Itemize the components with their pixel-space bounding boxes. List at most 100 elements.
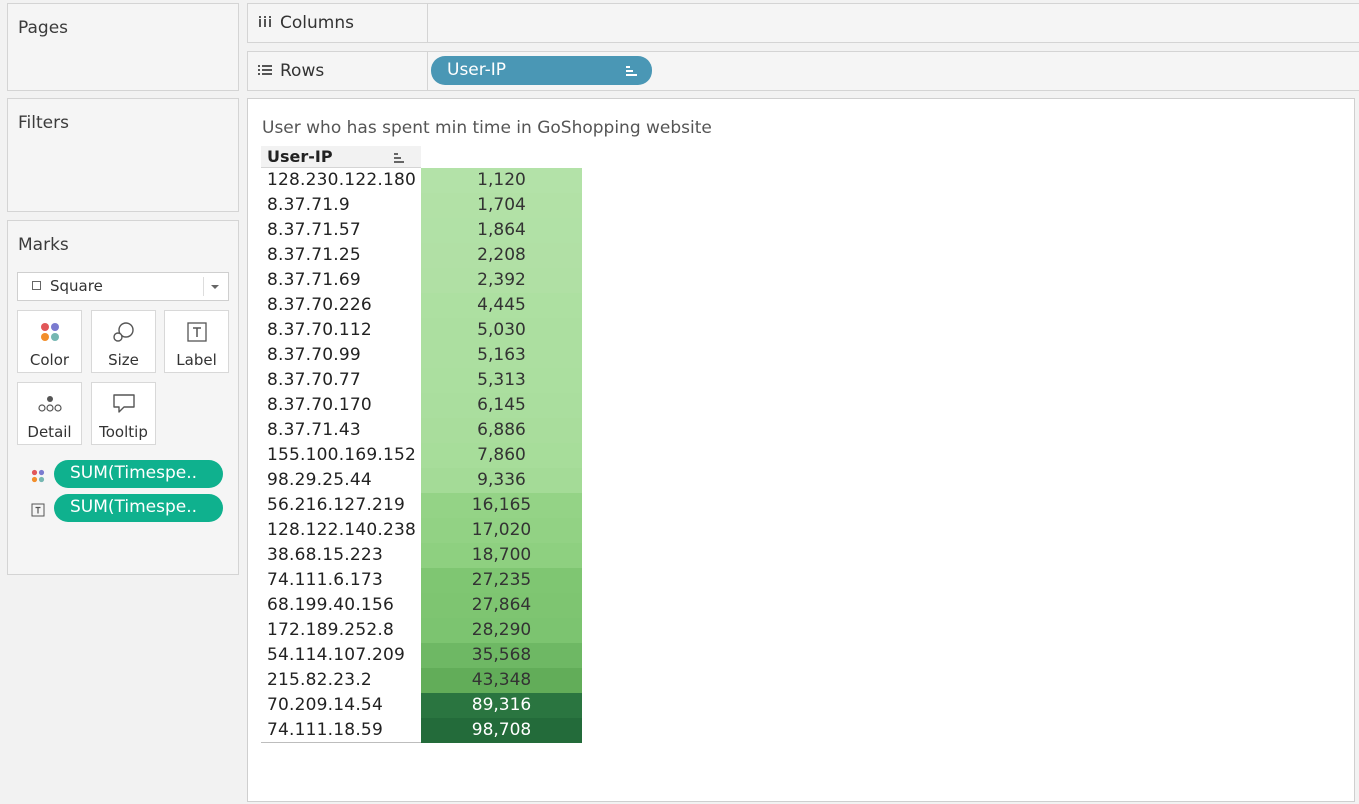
header-label: User-IP: [267, 147, 333, 166]
table-row[interactable]: 98.29.25.44 9,336: [261, 468, 582, 493]
chevron-down-icon[interactable]: [211, 285, 219, 289]
user-ip-cell[interactable]: 8.37.70.112: [267, 320, 372, 340]
mark-type-dropdown[interactable]: Square: [17, 272, 229, 301]
user-ip-cell[interactable]: 8.37.70.226: [267, 295, 372, 315]
user-ip-cell[interactable]: 8.37.71.43: [267, 420, 361, 440]
table-row[interactable]: 172.189.252.8 28,290: [261, 618, 582, 643]
table-row[interactable]: 8.37.71.69 2,392: [261, 268, 582, 293]
size-icon: [92, 320, 155, 344]
user-ip-column-header[interactable]: User-IP: [261, 146, 421, 168]
marks-card: Marks Square Color Size Label Detail Too…: [7, 220, 239, 575]
timespent-value-cell[interactable]: 35,568: [421, 643, 582, 668]
table-row[interactable]: 38.68.15.223 18,700: [261, 543, 582, 568]
timespent-value-cell[interactable]: 4,445: [421, 293, 582, 318]
table-row[interactable]: 8.37.70.77 5,313: [261, 368, 582, 393]
user-ip-cell[interactable]: 74.111.18.59: [267, 720, 383, 740]
user-ip-cell[interactable]: 98.29.25.44: [267, 470, 372, 490]
timespent-value-cell[interactable]: 18,700: [421, 543, 582, 568]
user-ip-cell[interactable]: 8.37.71.57: [267, 220, 361, 240]
user-ip-cell[interactable]: 8.37.71.25: [267, 245, 361, 265]
label-button[interactable]: Label: [164, 310, 229, 373]
filters-card[interactable]: Filters: [7, 98, 239, 212]
text-label-icon: [165, 320, 228, 344]
table-row[interactable]: 8.37.71.9 1,704: [261, 193, 582, 218]
table-row[interactable]: 74.111.6.173 27,235: [261, 568, 582, 593]
table-row[interactable]: 8.37.70.112 5,030: [261, 318, 582, 343]
timespent-value-cell[interactable]: 1,120: [421, 168, 582, 193]
timespent-value-cell[interactable]: 1,864: [421, 218, 582, 243]
user-ip-cell[interactable]: 56.216.127.219: [267, 495, 405, 515]
timespent-value-cell[interactable]: 5,313: [421, 368, 582, 393]
user-ip-cell[interactable]: 38.68.15.223: [267, 545, 383, 565]
timespent-value-cell[interactable]: 17,020: [421, 518, 582, 543]
timespent-value-cell[interactable]: 5,030: [421, 318, 582, 343]
table-row[interactable]: 128.122.140.238 17,020: [261, 518, 582, 543]
worksheet-view: User who has spent min time in GoShoppin…: [247, 98, 1355, 802]
timespent-value-cell[interactable]: 16,165: [421, 493, 582, 518]
detail-button[interactable]: Detail: [17, 382, 82, 445]
timespent-value-cell[interactable]: 6,145: [421, 393, 582, 418]
table-row[interactable]: 70.209.14.54 89,316: [261, 693, 582, 718]
columns-shelf[interactable]: Columns: [247, 3, 1359, 43]
columns-label: Columns: [280, 13, 354, 33]
user-ip-cell[interactable]: 8.37.70.170: [267, 395, 372, 415]
table-row[interactable]: 8.37.71.43 6,886: [261, 418, 582, 443]
table-row[interactable]: 54.114.107.209 35,568: [261, 643, 582, 668]
user-ip-cell[interactable]: 70.209.14.54: [267, 695, 383, 715]
user-ip-cell[interactable]: 172.189.252.8: [267, 620, 394, 640]
table-row[interactable]: 128.230.122.180 1,120: [261, 168, 582, 193]
timespent-value-cell[interactable]: 9,336: [421, 468, 582, 493]
table-row[interactable]: 56.216.127.219 16,165: [261, 493, 582, 518]
user-ip-cell[interactable]: 68.199.40.156: [267, 595, 394, 615]
timespent-value-cell[interactable]: 28,290: [421, 618, 582, 643]
rows-shelf[interactable]: Rows User-IP: [247, 51, 1359, 91]
table-row[interactable]: 8.37.71.25 2,208: [261, 243, 582, 268]
timespent-value-cell[interactable]: 6,886: [421, 418, 582, 443]
tooltip-button[interactable]: Tooltip: [91, 382, 156, 445]
table-row[interactable]: 8.37.70.99 5,163: [261, 343, 582, 368]
user-ip-cell[interactable]: 8.37.70.99: [267, 345, 361, 365]
table-row[interactable]: 8.37.70.170 6,145: [261, 393, 582, 418]
table-row[interactable]: 8.37.71.57 1,864: [261, 218, 582, 243]
pages-title: Pages: [18, 18, 69, 38]
user-ip-cell[interactable]: 8.37.71.9: [267, 195, 350, 215]
size-button[interactable]: Size: [91, 310, 156, 373]
table-row[interactable]: 155.100.169.152 7,860: [261, 443, 582, 468]
user-ip-cell[interactable]: 8.37.70.77: [267, 370, 361, 390]
table-row[interactable]: 74.111.18.59 98,708: [261, 718, 582, 743]
timespent-value-cell[interactable]: 2,392: [421, 268, 582, 293]
table-row[interactable]: 215.82.23.2 43,348: [261, 668, 582, 693]
user-ip-cell[interactable]: 74.111.6.173: [267, 570, 383, 590]
label-field-pill[interactable]: SUM(Timespe..: [54, 494, 223, 522]
table-body: 128.230.122.180 1,120 8.37.71.9 1,704 8.37.7…: [261, 168, 582, 743]
tooltip-icon: [92, 392, 155, 416]
user-ip-cell[interactable]: 155.100.169.152: [267, 445, 416, 465]
user-ip-cell[interactable]: 128.230.122.180: [267, 170, 416, 190]
table-bottom-divider: [261, 742, 421, 743]
timespent-value-cell[interactable]: 1,704: [421, 193, 582, 218]
timespent-value-cell[interactable]: 7,860: [421, 443, 582, 468]
pages-card[interactable]: Pages: [7, 3, 239, 91]
timespent-value-cell[interactable]: 5,163: [421, 343, 582, 368]
timespent-value-cell[interactable]: 27,864: [421, 593, 582, 618]
user-ip-cell[interactable]: 8.37.71.69: [267, 270, 361, 290]
worksheet-title: User who has spent min time in GoShoppin…: [262, 118, 712, 138]
user-ip-cell[interactable]: 54.114.107.209: [267, 645, 405, 665]
user-ip-cell[interactable]: 128.122.140.238: [267, 520, 416, 540]
sort-ascending-icon[interactable]: [394, 153, 406, 163]
timespent-value-cell[interactable]: 89,316: [421, 693, 582, 718]
color-icon: [31, 468, 45, 487]
color-button[interactable]: Color: [17, 310, 82, 373]
color-field-pill[interactable]: SUM(Timespe..: [54, 460, 223, 488]
detail-icon: [18, 392, 81, 416]
table-row[interactable]: 8.37.70.226 4,445: [261, 293, 582, 318]
size-label: Size: [108, 351, 139, 369]
timespent-value-cell[interactable]: 27,235: [421, 568, 582, 593]
table-row[interactable]: 68.199.40.156 27,864: [261, 593, 582, 618]
user-ip-rows-pill[interactable]: User-IP: [431, 56, 652, 85]
timespent-value-cell[interactable]: 98,708: [421, 718, 582, 743]
timespent-value-cell[interactable]: 43,348: [421, 668, 582, 693]
rows-icon: [258, 64, 272, 80]
user-ip-cell[interactable]: 215.82.23.2: [267, 670, 372, 690]
timespent-value-cell[interactable]: 2,208: [421, 243, 582, 268]
